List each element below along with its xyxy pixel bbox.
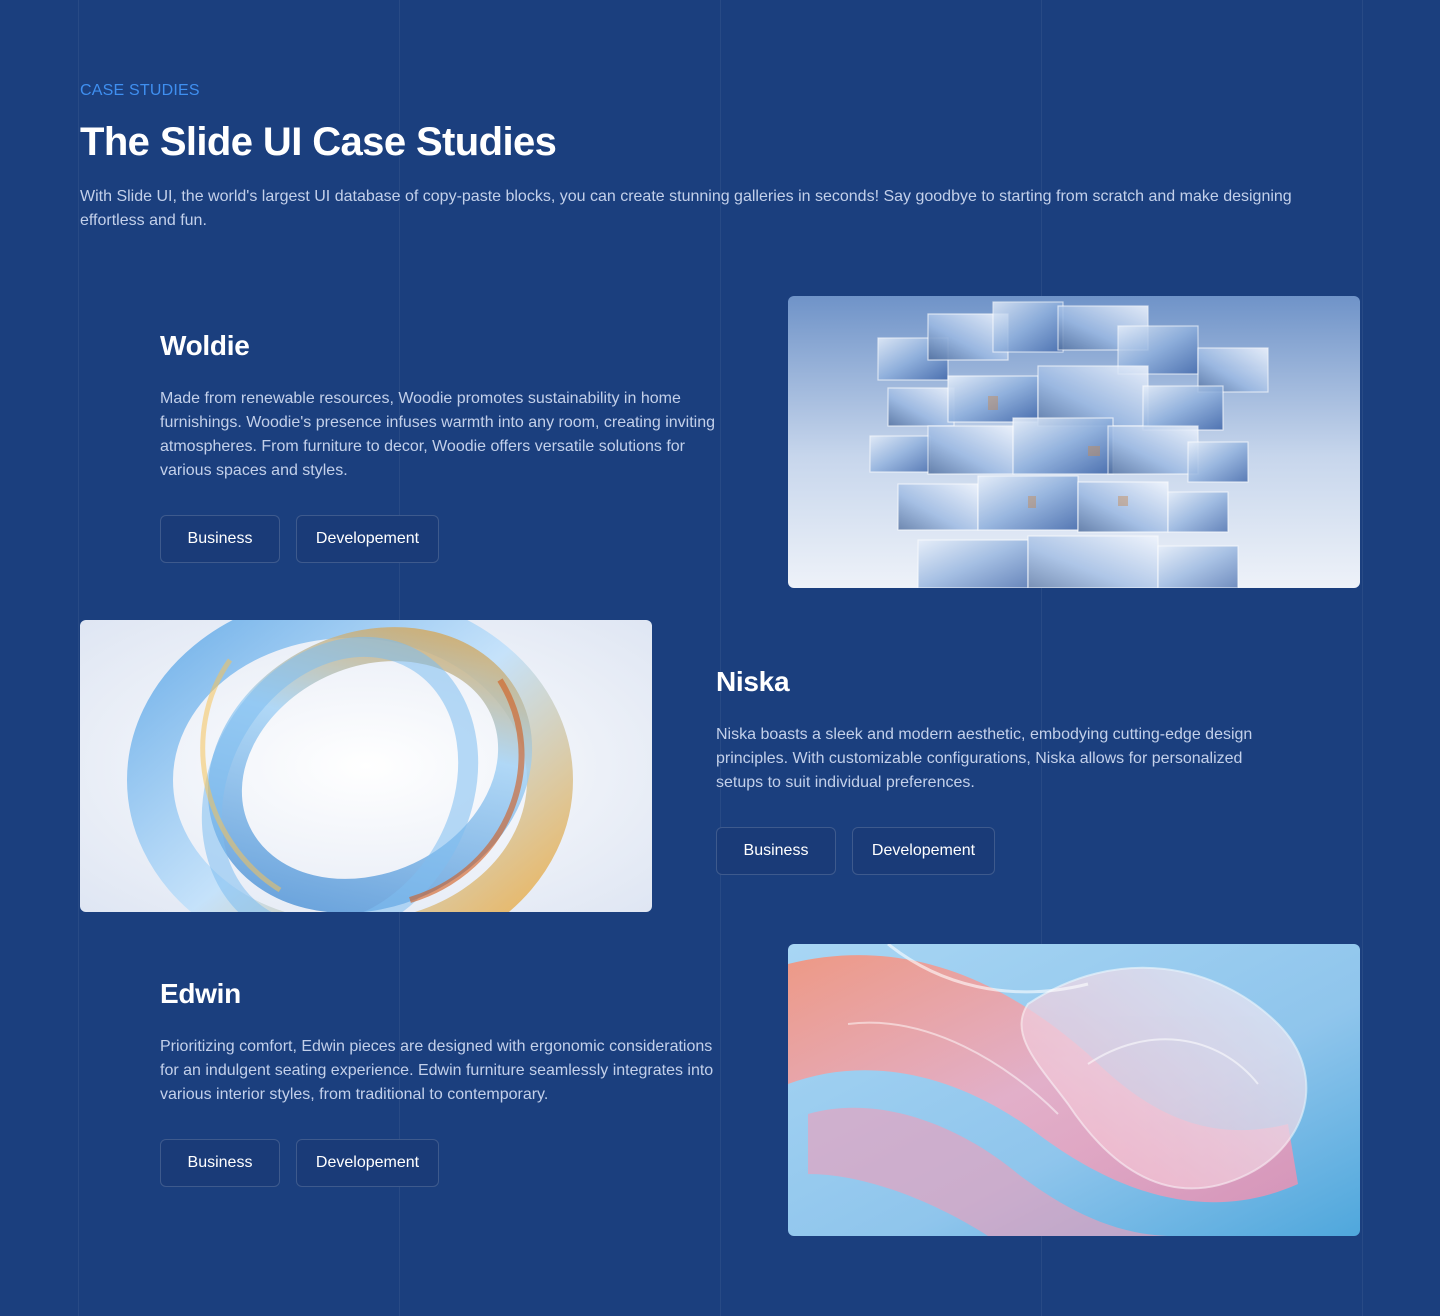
tag-business-button[interactable]: Business: [160, 515, 280, 563]
case-description: Niska boasts a sleek and modern aestheti…: [716, 726, 1253, 791]
case-study-woldie: Woldie Made from renewable resources, Wo…: [160, 329, 730, 563]
pink-glass-waves-image: [788, 944, 1360, 1236]
tag-development-button[interactable]: Developement: [296, 515, 439, 563]
grid-guide-line: [1362, 0, 1363, 1316]
case-studies-section: CASE STUDIES The Slide UI Case Studies W…: [0, 0, 1440, 1316]
tag-business-button[interactable]: Business: [716, 827, 836, 875]
section-eyebrow: CASE STUDIES: [80, 82, 200, 99]
glass-ring-swirl-image: [80, 620, 652, 912]
tag-business-button[interactable]: Business: [160, 1139, 280, 1187]
case-study-niska: Niska Niska boasts a sleek and modern ae…: [716, 665, 1286, 875]
glass-cubes-tower-image: [788, 296, 1360, 588]
case-description: Prioritizing comfort, Edwin pieces are d…: [160, 1038, 714, 1103]
tag-list: Business Developement: [160, 1139, 730, 1187]
tag-development-button[interactable]: Developement: [852, 827, 995, 875]
case-title: Niska: [716, 666, 790, 697]
case-title: Woldie: [160, 330, 250, 361]
case-study-edwin: Edwin Prioritizing comfort, Edwin pieces…: [160, 977, 730, 1187]
grid-guide-line: [78, 0, 79, 1316]
tag-development-button[interactable]: Developement: [296, 1139, 439, 1187]
section-intro: With Slide UI, the world's largest UI da…: [80, 188, 1292, 229]
page-title: The Slide UI Case Studies: [80, 120, 557, 164]
case-title: Edwin: [160, 978, 241, 1009]
tag-list: Business Developement: [716, 827, 1286, 875]
tag-list: Business Developement: [160, 515, 730, 563]
case-description: Made from renewable resources, Woodie pr…: [160, 390, 716, 479]
